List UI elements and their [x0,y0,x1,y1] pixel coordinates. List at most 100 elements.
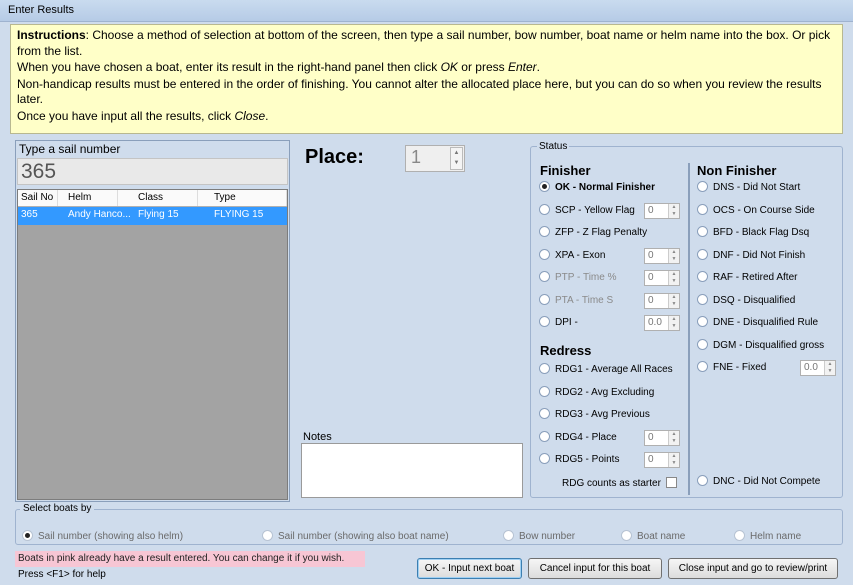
radio-icon[interactable] [697,271,708,282]
radio-icon[interactable] [539,363,550,374]
option-value-stepper[interactable]: 0 ▲ ▼ [644,292,680,309]
spin-buttons-icon[interactable]: ▲ ▼ [824,361,835,375]
radio-icon[interactable] [539,316,550,327]
status-option-bfd[interactable]: BFD - Black Flag Dsq [697,226,809,240]
grid-header: Sail No Helm Class Type [18,190,287,207]
notes-input[interactable] [301,443,523,498]
status-option-pta[interactable]: PTA - Time S [539,293,613,308]
option-value: 0 [648,204,654,216]
option-value-stepper[interactable]: 0 ▲ ▼ [644,452,680,468]
status-option-rdg3[interactable]: RDG3 - Avg Previous [539,408,650,422]
instructions-panel: Instructions: Choose a method of selecti… [10,24,843,134]
status-option-dgm[interactable]: DGM - Disqualified gross [697,338,824,353]
col-helm[interactable]: Helm [58,190,118,206]
radio-icon[interactable] [503,530,514,541]
spin-buttons-icon[interactable]: ▲ ▼ [668,203,679,218]
status-option-zfp[interactable]: ZFP - Z Flag Penalty [539,226,647,240]
option-label: RDG4 - Place [555,431,617,443]
status-option-fne[interactable]: FNE - Fixed [697,361,766,375]
rdg-starter-option[interactable]: RDG counts as starter [562,477,677,491]
spin-buttons-icon[interactable]: ▲ ▼ [668,271,679,285]
option-value-stepper[interactable]: 0 ▲ ▼ [644,270,680,286]
ok-next-boat-button[interactable]: OK - Input next boat [417,558,522,579]
radio-icon[interactable] [539,453,550,464]
table-row[interactable]: 365 Andy Hanco... Flying 15 FLYING 15 [18,207,287,225]
status-option-ocs[interactable]: OCS - On Course Side [697,203,815,218]
option-label: RDG1 - Average All Races [555,364,673,375]
radio-icon[interactable] [539,408,550,419]
status-option-dsq[interactable]: DSQ - Disqualified [697,293,795,308]
status-option-rdg1[interactable]: RDG1 - Average All Races [539,363,673,377]
option-label: OK - Normal Finisher [555,182,656,193]
radio-icon[interactable] [697,361,708,372]
option-value-stepper[interactable]: 0.0 ▲ ▼ [800,360,836,376]
radio-icon[interactable] [262,530,273,541]
status-option-dne[interactable]: DNE - Disqualified Rule [697,316,818,330]
option-value-stepper[interactable]: 0 ▲ ▼ [644,202,680,219]
status-option-rdg4[interactable]: RDG4 - Place [539,430,617,445]
radio-icon[interactable] [539,181,550,192]
close-review-button[interactable]: Close input and go to review/print [668,558,838,579]
rdg-starter-checkbox[interactable] [665,477,677,488]
radio-icon[interactable] [734,530,745,541]
instructions-close-word: Close [234,108,266,123]
boat-list-grid[interactable]: Sail No Helm Class Type 365 Andy Hanco..… [17,189,288,500]
radio-icon[interactable] [697,248,708,260]
radio-icon[interactable] [539,226,550,237]
dnc-label: DNC - Did Not Compete [713,476,821,487]
radio-icon[interactable] [539,293,550,305]
status-option-rdg5[interactable]: RDG5 - Points [539,453,619,467]
col-type[interactable]: Type [198,190,287,206]
status-option-xpa[interactable]: XPA - Exon [539,248,605,263]
spin-buttons-icon[interactable]: ▲ ▼ [668,453,679,467]
radio-icon[interactable] [697,203,708,215]
boat-search-panel: Type a sail number 365 Sail No Helm Clas… [15,140,290,502]
status-option-ok[interactable]: OK - Normal Finisher [539,181,655,195]
spin-buttons-icon[interactable]: ▲ ▼ [668,430,679,445]
status-option-raf[interactable]: RAF - Retired After [697,271,797,285]
select-by-option-bow-number[interactable]: Bow number [503,530,575,542]
select-by-option-boat-name[interactable]: Boat name [621,530,685,542]
status-option-dpi[interactable]: DPI - [539,316,578,330]
radio-icon[interactable] [539,271,550,282]
radio-icon[interactable] [697,226,708,237]
select-by-option-sail-number-boat-name[interactable]: Sail number (showing also boat name) [262,530,449,542]
radio-icon[interactable] [22,530,33,541]
option-value-stepper[interactable]: 0 ▲ ▼ [644,247,680,264]
select-boats-legend: Select boats by [20,503,95,514]
option-value-stepper[interactable]: 0.0 ▲ ▼ [644,315,680,331]
status-option-rdg2[interactable]: RDG2 - Avg Excluding [539,385,654,400]
place-spin-buttons[interactable]: ▲ ▼ [450,147,463,170]
cancel-input-button[interactable]: Cancel input for this boat [528,558,662,579]
col-sail-no[interactable]: Sail No [18,190,58,206]
radio-icon[interactable] [697,316,708,327]
radio-icon[interactable] [621,530,632,541]
radio-icon[interactable] [697,181,708,192]
status-option-dnf[interactable]: DNF - Did Not Finish [697,248,805,263]
radio-icon[interactable] [539,430,550,442]
select-by-option-sail-number[interactable]: Sail number (showing also helm) [22,530,183,542]
status-option-dns[interactable]: DNS - Did Not Start [697,181,800,195]
sail-number-input[interactable]: 365 [17,158,288,185]
status-option-scp[interactable]: SCP - Yellow Flag [539,203,635,218]
select-by-option-helm-name[interactable]: Helm name [734,530,801,542]
spin-buttons-icon[interactable]: ▲ ▼ [668,248,679,263]
col-class[interactable]: Class [118,190,198,206]
status-option-ptp[interactable]: PTP - Time % [539,271,617,285]
place-stepper[interactable]: 1 ▲ ▼ [405,145,465,172]
radio-icon[interactable] [697,293,708,305]
spin-buttons-icon[interactable]: ▲ ▼ [668,316,679,330]
status-option-dnc[interactable]: DNC - Did Not Compete [697,475,820,489]
radio-icon[interactable] [539,248,550,260]
place-panel: Place: 1 ▲ ▼ Notes [295,140,530,502]
radio-icon[interactable] [697,475,708,486]
radio-icon[interactable] [697,338,708,350]
radio-icon[interactable] [539,203,550,215]
instructions-line1: : Choose a method of selection at bottom… [17,28,831,58]
radio-icon[interactable] [539,385,550,397]
option-value-stepper[interactable]: 0 ▲ ▼ [644,429,680,446]
option-label: RDG5 - Points [555,454,620,465]
spin-buttons-icon[interactable]: ▲ ▼ [668,293,679,308]
spin-up-icon[interactable]: ▲ [451,148,462,158]
spin-down-icon[interactable]: ▼ [451,158,462,168]
